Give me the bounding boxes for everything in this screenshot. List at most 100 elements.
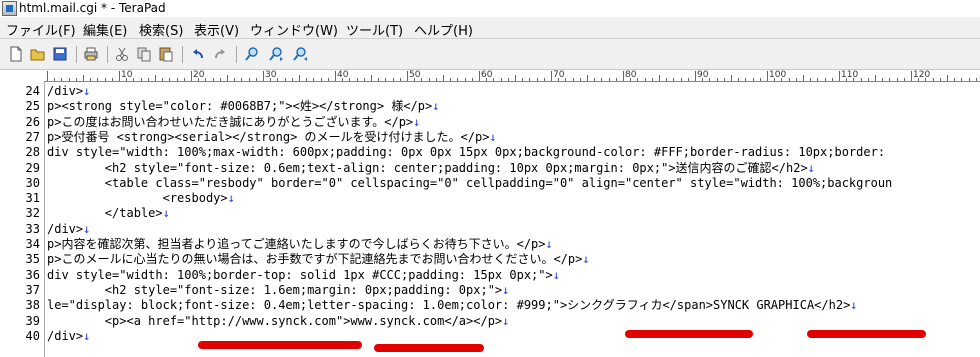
ruler-tick [435, 78, 437, 81]
find-next-icon[interactable] [268, 46, 284, 62]
ruler-tick [896, 78, 898, 81]
copy-icon[interactable] [136, 46, 152, 62]
ruler-tick [255, 78, 257, 81]
menu-bar: ファイル(F) 編集(E) 検索(S) 表示(V) ウィンドウ(W) ツール(T… [0, 17, 980, 39]
code-line-text: p><strong style="color: #0068B7;"><姓></s… [47, 99, 433, 114]
open-icon[interactable] [30, 46, 46, 62]
ruler-tick [788, 78, 790, 81]
ruler-tick [961, 78, 963, 81]
ruler-tick [385, 78, 387, 81]
line-number: 30 [25, 175, 40, 190]
newline-mark: ↓ [83, 84, 91, 98]
menu-search[interactable]: 検索(S) [139, 20, 183, 39]
code-line-text: <resbody> [47, 191, 228, 206]
ruler-label: 20 [193, 70, 205, 80]
ruler-tick [939, 78, 941, 81]
ruler-tick [155, 75, 156, 81]
code-line-text: le="display: block;font-size: 0.4em;lett… [47, 298, 851, 313]
ruler-tick [313, 78, 315, 81]
ruler-tick [479, 71, 480, 81]
ruler-tick [443, 75, 444, 81]
ruler-tick [752, 78, 754, 81]
ruler-tick [947, 75, 948, 81]
new-icon[interactable] [8, 46, 24, 62]
ruler-label: 100 [769, 70, 787, 80]
newline-mark: ↓ [850, 298, 858, 313]
ruler-tick [234, 78, 236, 81]
code-line: p>受付番号 <strong><serial></strong> のメールを受け… [47, 130, 497, 145]
menu-view[interactable]: 表示(V) [194, 20, 239, 39]
line-number: 28 [25, 145, 40, 160]
line-number: 39 [25, 313, 40, 328]
ruler-tick [306, 78, 308, 81]
redo-icon[interactable] [212, 46, 228, 62]
code-line-text: div style="width: 100%;max-width: 600px;… [47, 145, 886, 160]
ruler-tick [543, 78, 545, 81]
code-line-text: <table class="resbody" border="0" cellsp… [47, 175, 893, 190]
ruler-tick [867, 78, 869, 81]
print-icon[interactable] [83, 46, 99, 62]
code-line: <resbody>↓ [47, 191, 235, 206]
cut-icon[interactable] [114, 46, 130, 62]
menu-help[interactable]: ヘルプ(H) [414, 20, 473, 39]
code-line: </table>↓ [47, 206, 170, 221]
ruler-tick [378, 78, 380, 81]
code-line: <table class="resbody" border="0" cellsp… [47, 176, 892, 191]
editor-text-area[interactable]: /div>↓ p><strong style="color: #0068B7;">… [47, 82, 980, 357]
ruler-tick [903, 78, 905, 81]
menu-edit[interactable]: 編集(E) [83, 20, 127, 39]
line-number: 36 [25, 267, 40, 282]
newline-mark: ↓ [489, 129, 497, 144]
ruler-tick [687, 78, 689, 81]
ruler-tick [399, 78, 401, 81]
code-line: <p><a href="http://www.synck.com">www.sy… [47, 314, 510, 329]
line-number: 26 [25, 114, 40, 129]
line-number: 35 [25, 252, 40, 267]
save-icon[interactable] [52, 46, 68, 62]
ruler-tick [320, 78, 322, 81]
ruler-tick [299, 75, 300, 81]
ruler-tick [579, 78, 581, 81]
ruler-tick [493, 78, 495, 81]
ruler-tick [97, 78, 99, 81]
ruler-tick [954, 78, 956, 81]
ruler-tick [104, 78, 106, 81]
menu-window[interactable]: ウィンドウ(W) [250, 20, 338, 39]
ruler-tick [759, 78, 761, 81]
undo-icon[interactable] [190, 46, 206, 62]
ruler-tick [745, 78, 747, 81]
ruler-tick [666, 78, 668, 81]
toolbar-separator [107, 46, 108, 63]
code-line-text: <h2 style="font-size: 0.6em;text-align: … [47, 160, 808, 175]
ruler-tick [536, 78, 538, 81]
title-bar: html.mail.cgi * - TeraPad [0, 0, 980, 17]
ruler-tick [500, 78, 502, 81]
ruler-tick [241, 78, 243, 81]
newline-mark: ↓ [502, 282, 510, 297]
ruler-tick [227, 75, 228, 81]
find-prev-icon[interactable] [292, 46, 308, 62]
menu-file[interactable]: ファイル(F) [6, 20, 76, 39]
find-icon[interactable] [244, 46, 260, 62]
ruler-tick [219, 78, 221, 81]
newline-mark: ↓ [432, 99, 440, 114]
line-number: 24 [25, 84, 40, 98]
paste-icon[interactable] [158, 46, 174, 62]
ruler-label: 120 [913, 70, 931, 80]
ruler-tick [608, 78, 610, 81]
code-line: <h2 style="font-size: 0.6em;text-align: … [47, 161, 815, 176]
toolbar-separator [236, 46, 237, 63]
ruler-tick [133, 78, 135, 81]
newline-mark: ↓ [413, 114, 421, 129]
code-line: div style="width: 100%;max-width: 600px;… [47, 145, 885, 160]
ruler-tick [291, 78, 293, 81]
code-line: div style="width: 100%;border-top: solid… [47, 268, 560, 283]
ruler-tick [507, 78, 509, 81]
ruler-label: 80 [625, 70, 637, 80]
ruler-tick [464, 78, 466, 81]
code-line-text: <h2 style="font-size: 1.6em;margin: 0px;… [47, 282, 503, 297]
ruler-tick [601, 78, 603, 81]
menu-tools[interactable]: ツール(T) [346, 20, 403, 39]
line-number: 34 [25, 237, 40, 251]
line-number-gutter: 24 25 26 27 28 29 30 31 32 33 34 35 36 37 38 39 40 [0, 82, 45, 357]
